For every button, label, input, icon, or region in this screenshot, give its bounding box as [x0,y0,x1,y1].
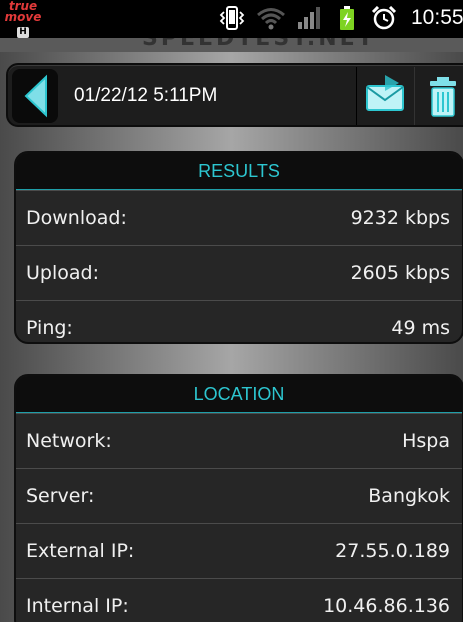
history-header-bar: 01/22/12 5:11PM [6,63,463,127]
row-label: Server: [26,485,95,507]
results-panel-title: RESULTS [16,153,462,190]
location-row-internal-ip: Internal IP: 10.46.86.136 [16,578,462,622]
app-logo-text: SPEEDTEST.NET [142,38,376,51]
row-label: Network: [26,430,112,452]
results-panel: RESULTS Download: 9232 kbps Upload: 2605… [14,151,463,344]
mail-icon [366,75,404,111]
row-label: External IP: [26,540,135,562]
vibrate-icon [219,6,245,30]
row-value: Bangkok [368,485,450,507]
location-row-server: Server: Bangkok [16,468,462,523]
share-email-button[interactable] [356,67,412,125]
result-date: 01/22/12 5:11PM [74,85,218,106]
trash-icon [430,77,456,117]
carrier-name-line2: move [4,10,42,24]
result-row-ping: Ping: 49 ms [16,300,462,342]
alarm-icon [371,6,397,30]
row-value: 2605 kbps [350,262,450,284]
wifi-icon [257,8,285,30]
location-row-network: Network: Hspa [16,413,462,468]
result-row-download: Download: 9232 kbps [16,190,462,245]
status-clock: 10:55 [411,6,463,29]
status-bar: true move H 10:55 [0,0,463,38]
network-type-badge: H [17,27,29,38]
row-label: Ping: [26,317,73,339]
row-value: 10.46.86.136 [323,595,450,617]
row-label: Upload: [26,262,99,284]
back-arrow-icon [24,74,47,118]
signal-icon [298,7,320,29]
delete-button[interactable] [414,67,463,125]
app-logo-strip: SPEEDTEST.NET [0,38,463,52]
result-row-upload: Upload: 2605 kbps [16,245,462,300]
back-button[interactable] [12,69,58,123]
location-row-external-ip: External IP: 27.55.0.189 [16,523,462,578]
battery-charging-icon [340,6,354,30]
row-label: Download: [26,207,127,229]
row-value: 9232 kbps [350,207,450,229]
row-value: Hspa [402,430,450,452]
carrier-logo: true move H [3,0,43,38]
row-label: Internal IP: [26,595,129,617]
location-panel: LOCATION Network: Hspa Server: Bangkok E… [14,374,463,622]
row-value: 27.55.0.189 [335,540,450,562]
row-value: 49 ms [391,317,450,339]
location-panel-title: LOCATION [16,376,462,413]
